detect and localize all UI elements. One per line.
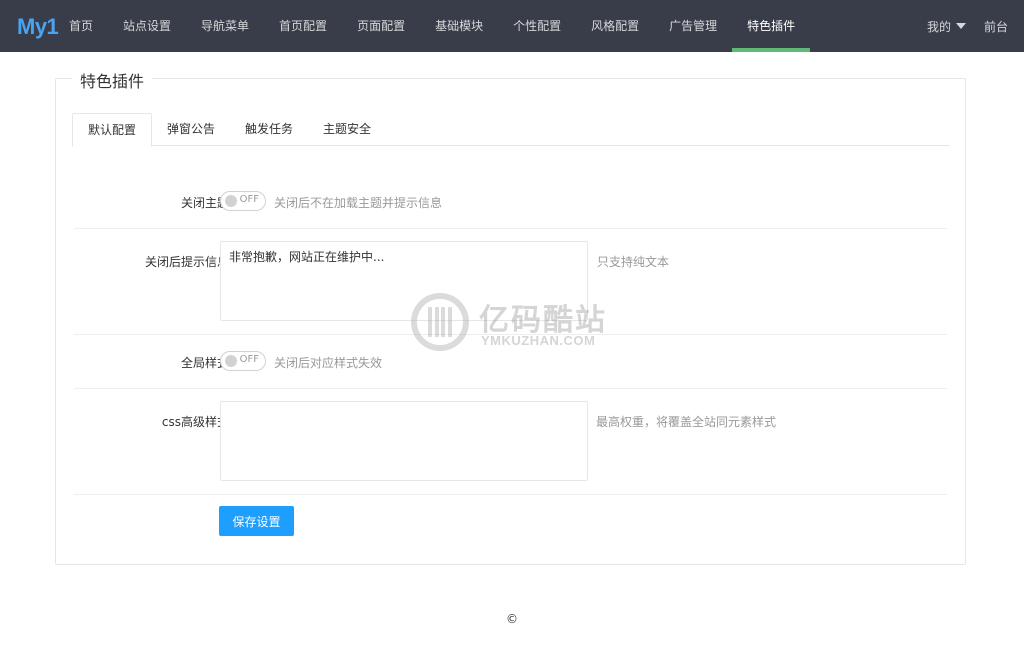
- form-row-css-advanced: css高级样式 最高权重，将覆盖全站同元素样式: [74, 389, 947, 495]
- nav-item-style-config[interactable]: 风格配置: [576, 0, 654, 52]
- nav-item-site-settings[interactable]: 站点设置: [108, 0, 186, 52]
- close-message-hint: 只支持纯文本: [597, 255, 670, 269]
- top-navbar: My1 首页 站点设置 导航菜单 首页配置 页面配置 基础模块 个性配置 风格配…: [0, 0, 1024, 52]
- global-style-hint: 关闭后对应样式失效: [274, 356, 383, 370]
- nav-item-ad-management[interactable]: 广告管理: [654, 0, 732, 52]
- switch-text: OFF: [239, 354, 259, 365]
- tab-trigger-tasks[interactable]: 触发任务: [230, 113, 308, 146]
- css-advanced-label: css高级样式: [161, 415, 229, 429]
- nav-right: 我的 前台: [909, 0, 1008, 52]
- global-style-switch[interactable]: OFF: [220, 351, 266, 371]
- save-settings-button[interactable]: 保存设置: [219, 506, 294, 536]
- switch-knob: [225, 355, 237, 367]
- watermark-text-en: YMKUZHAN.COM: [481, 333, 596, 348]
- nav-item-page-config[interactable]: 页面配置: [342, 0, 420, 52]
- footer-copyright: ©: [506, 612, 518, 626]
- nav-item-personal-config[interactable]: 个性配置: [498, 0, 576, 52]
- panel-title: 特色插件: [72, 68, 153, 92]
- close-theme-switch[interactable]: OFF: [220, 191, 266, 211]
- css-advanced-textarea[interactable]: [220, 401, 588, 481]
- nav-item-home[interactable]: 首页: [54, 0, 108, 52]
- switch-text: OFF: [239, 194, 259, 205]
- frontend-link[interactable]: 前台: [984, 18, 1008, 35]
- user-menu[interactable]: 我的: [927, 18, 966, 35]
- close-message-label: 关闭后提示信息: [144, 255, 229, 269]
- tab-default-config[interactable]: 默认配置: [72, 113, 153, 147]
- tab-bar: 默认配置 弹窗公告 触发任务 主题安全: [72, 113, 950, 147]
- tab-theme-security[interactable]: 主题安全: [308, 113, 386, 146]
- nav-item-featured-plugins[interactable]: 特色插件: [732, 0, 811, 52]
- main-nav: 首页 站点设置 导航菜单 首页配置 页面配置 基础模块 个性配置 风格配置 广告…: [54, 0, 811, 52]
- logo[interactable]: My1: [17, 14, 59, 40]
- nav-item-nav-menu[interactable]: 导航菜单: [186, 0, 264, 52]
- switch-knob: [225, 195, 237, 207]
- css-advanced-hint: 最高权重，将覆盖全站同元素样式: [596, 415, 777, 429]
- nav-item-home-config[interactable]: 首页配置: [264, 0, 342, 52]
- form-row-close-theme: 关闭主题 OFF 关闭后不在加载主题并提示信息: [74, 175, 947, 229]
- close-theme-hint: 关闭后不在加载主题并提示信息: [274, 196, 443, 210]
- nav-item-base-modules[interactable]: 基础模块: [420, 0, 498, 52]
- tab-popup-notice[interactable]: 弹窗公告: [152, 113, 230, 146]
- caret-down-icon: [955, 23, 966, 29]
- watermark-bars-icon: [428, 307, 452, 337]
- watermark: 亿码酷站 YMKUZHAN.COM: [411, 293, 621, 353]
- user-menu-label: 我的: [926, 19, 951, 34]
